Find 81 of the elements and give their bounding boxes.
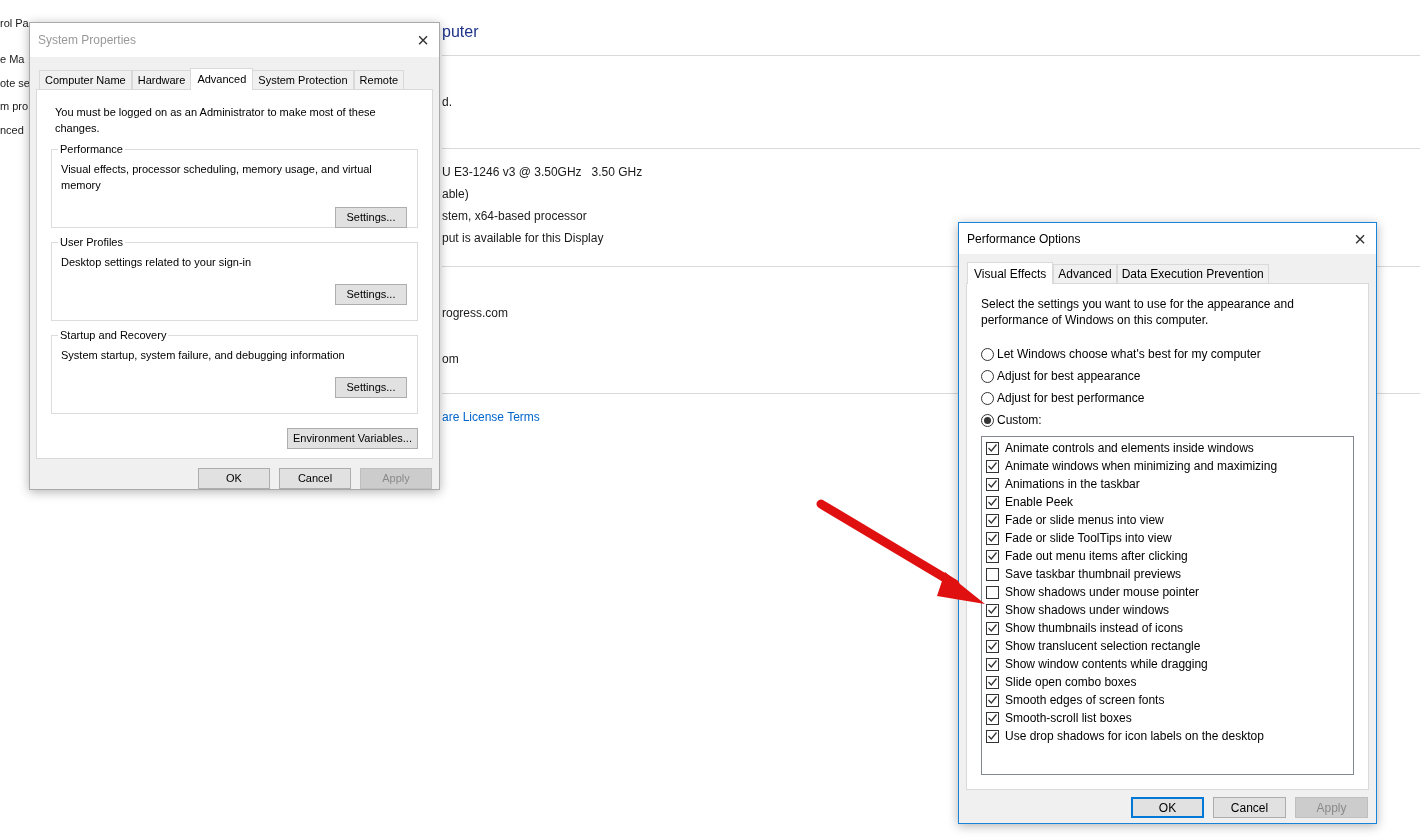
checkbox[interactable]	[986, 729, 999, 743]
sidebar-link[interactable]: ote se	[0, 75, 30, 91]
settings-button[interactable]: Settings...	[335, 206, 407, 228]
close-button[interactable]: ×	[417, 30, 429, 50]
checkbox[interactable]	[986, 549, 999, 563]
checkbox[interactable]	[986, 657, 999, 671]
option-label: Adjust for best performance	[997, 390, 1145, 406]
sidebar-link[interactable]: nced	[0, 122, 24, 138]
environment-variables-button[interactable]: Environment Variables...	[286, 427, 418, 449]
window-title: System Properties	[38, 32, 137, 49]
effect-label: Fade out menu items after clicking	[1005, 548, 1188, 564]
group-description: Desktop settings related to your sign-in	[61, 254, 253, 270]
checkbox[interactable]	[986, 693, 999, 707]
info-text: rogress.com	[442, 305, 509, 321]
effect-label: Show thumbnails instead of icons	[1005, 620, 1184, 636]
effect-label: Show translucent selection rectangle	[1005, 638, 1201, 654]
window-title: Performance Options	[967, 230, 1081, 248]
tab[interactable]: Computer Name	[39, 69, 132, 89]
effect-label: Enable Peek	[1005, 494, 1074, 510]
tab[interactable]: Hardware	[131, 69, 192, 89]
checkbox[interactable]	[986, 603, 999, 617]
info-text: d.	[442, 94, 452, 110]
checkbox[interactable]	[986, 675, 999, 689]
info-text: U E3-1246 v3 @ 3.50GHz 3.50 GHz	[442, 164, 643, 180]
radio-button[interactable]	[981, 347, 994, 361]
info-text: om	[442, 351, 459, 367]
option-label: Let Windows choose what's best for my computer	[997, 346, 1261, 362]
option-label: Custom:	[997, 412, 1042, 428]
tab[interactable]: Remote	[353, 69, 405, 89]
info-text: able)	[442, 186, 469, 202]
option-label: Adjust for best appearance	[997, 368, 1141, 384]
checkbox[interactable]	[986, 639, 999, 653]
checkbox[interactable]	[986, 621, 999, 635]
effect-label: Smooth-scroll list boxes	[1005, 710, 1132, 726]
checkbox[interactable]	[986, 585, 999, 599]
dialog-button[interactable]: OK	[1131, 797, 1204, 818]
group-description: System startup, system failure, and debugging information	[61, 347, 346, 363]
effect-label: Show shadows under windows	[1005, 602, 1170, 618]
effect-label: Animate windows when minimizing and maximizing	[1005, 458, 1278, 474]
close-button[interactable]: ×	[1354, 228, 1366, 249]
checkbox[interactable]	[986, 477, 999, 491]
sidebar-link[interactable]: rol Pa	[0, 15, 29, 31]
radio-button[interactable]	[981, 413, 994, 427]
tab[interactable]: Visual Effects	[967, 262, 1054, 284]
notice-text: You must be logged on as an Administrator to make most of these changes.	[55, 104, 377, 136]
tab[interactable]: Advanced	[1053, 264, 1117, 283]
dialog-button[interactable]: Cancel	[279, 468, 351, 489]
info-text: stem, x64-based processor	[442, 208, 587, 224]
settings-button[interactable]: Settings...	[335, 283, 407, 305]
dialog-button[interactable]: Cancel	[1213, 797, 1286, 818]
effect-label: Show shadows under mouse pointer	[1005, 584, 1200, 600]
effect-label: Fade or slide menus into view	[1005, 512, 1164, 528]
license-link[interactable]: are License Terms	[442, 409, 540, 425]
effect-label: Slide open combo boxes	[1005, 674, 1137, 690]
effect-label: Animations in the taskbar	[1005, 476, 1140, 492]
page-heading: puter	[442, 22, 479, 42]
dialog-button[interactable]: OK	[198, 468, 270, 489]
checkbox[interactable]	[986, 567, 999, 581]
intro-text: Select the settings you want to use for the appearance and performance of Windows on this computer.	[981, 296, 1295, 328]
tab[interactable]: System Protection	[252, 69, 354, 89]
radio-button[interactable]	[981, 391, 994, 405]
effect-label: Animate controls and elements inside windows	[1005, 440, 1254, 456]
info-text: put is available for this Display	[442, 230, 604, 246]
radio-button[interactable]	[981, 369, 994, 383]
checkbox[interactable]	[986, 441, 999, 455]
effect-label: Save taskbar thumbnail previews	[1005, 566, 1182, 582]
effect-label: Use drop shadows for icon labels on the desktop	[1005, 728, 1264, 744]
tab[interactable]: Advanced	[190, 67, 254, 90]
sidebar-link[interactable]: m pro	[0, 98, 29, 114]
checkbox[interactable]	[986, 459, 999, 473]
group-description: Visual effects, processor scheduling, memory usage, and virtual memory	[61, 161, 373, 193]
effect-label: Smooth edges of screen fonts	[1005, 692, 1165, 708]
effect-label: Show window contents while dragging	[1005, 656, 1208, 672]
tab[interactable]: Data Execution Prevention	[1116, 264, 1269, 283]
settings-button[interactable]: Settings...	[335, 376, 407, 398]
checkbox[interactable]	[986, 531, 999, 545]
checkbox[interactable]	[986, 495, 999, 509]
sidebar-link[interactable]: e Ma	[0, 51, 25, 67]
checkbox[interactable]	[986, 711, 999, 725]
effect-label: Fade or slide ToolTips into view	[1005, 530, 1172, 546]
checkbox[interactable]	[986, 513, 999, 527]
